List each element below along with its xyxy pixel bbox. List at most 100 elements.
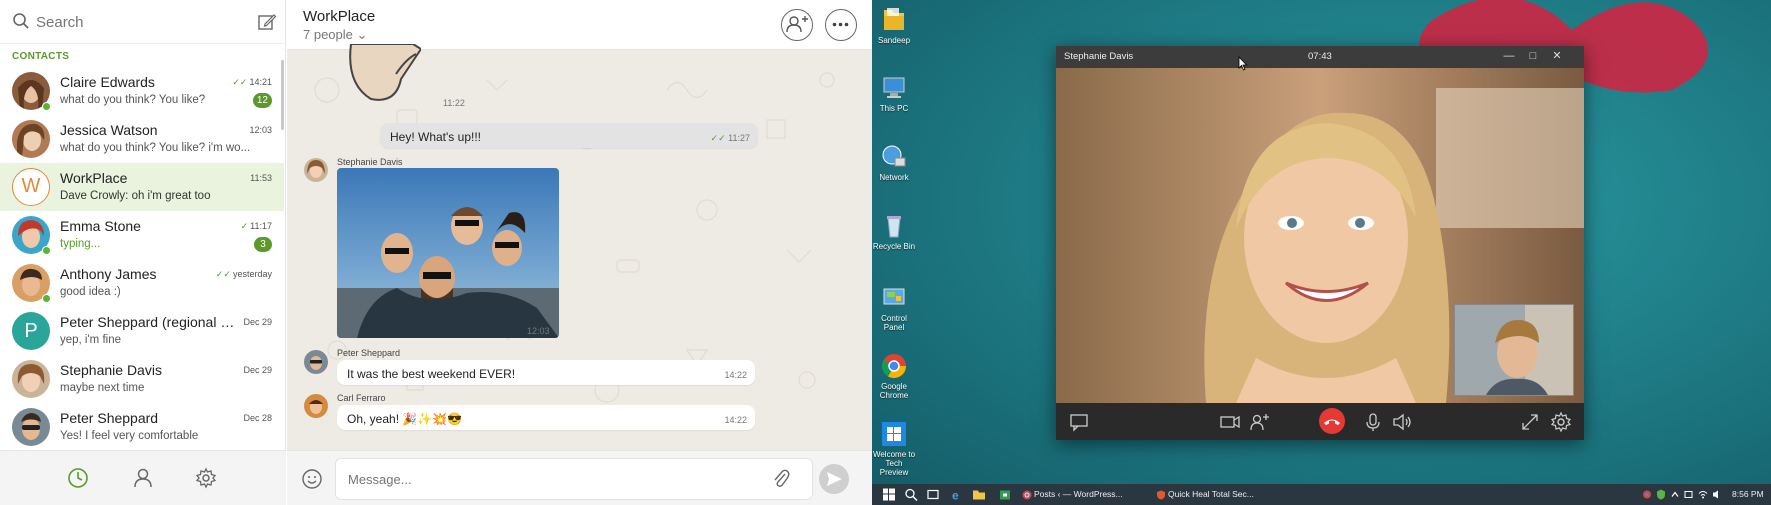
- contact-time: Dec 29: [243, 365, 272, 375]
- outgoing-message[interactable]: Hey! What's up!!! ✓✓ 11:27: [380, 123, 758, 148]
- add-participant-icon[interactable]: [1248, 411, 1270, 433]
- contact-name: Peter Sheppard: [60, 410, 159, 426]
- contact-name: Anthony James: [60, 266, 157, 282]
- maximize-button[interactable]: □: [1526, 49, 1540, 63]
- message-text: Oh, yeah! 🎉✨💥😎: [347, 412, 463, 426]
- video-camera-icon[interactable]: [1219, 411, 1241, 433]
- compose-icon[interactable]: [257, 12, 277, 32]
- contact-stephanie-davis[interactable]: Stephanie Davis maybe next time Dec 29: [0, 355, 284, 403]
- wifi-icon[interactable]: [1698, 487, 1708, 502]
- gear-icon[interactable]: [195, 467, 217, 489]
- sender-name: Carl Ferraro: [337, 393, 386, 403]
- clock-icon[interactable]: [67, 467, 89, 489]
- search-input[interactable]: [36, 11, 236, 33]
- search-icon: [13, 13, 29, 29]
- computer-icon: [883, 77, 905, 98]
- start-icon[interactable]: [882, 487, 896, 502]
- minimize-button[interactable]: —: [1502, 49, 1516, 63]
- desktop-icon-label: Google Chrome: [879, 382, 909, 400]
- contact-name: Stephanie Davis: [60, 362, 162, 378]
- more-dots-icon: [832, 22, 849, 27]
- taskbar: e Posts ‹ — WordPress... Quick Heal Tota…: [872, 484, 1771, 505]
- send-button[interactable]: [819, 464, 849, 494]
- emoji-icon[interactable]: [301, 468, 323, 490]
- contact-time: ✓✓ 14:21: [232, 77, 272, 87]
- recycle-bin-icon: [887, 216, 901, 238]
- online-indicator: [42, 246, 51, 255]
- desktop-icon-google-chrome[interactable]: Google Chrome: [872, 352, 916, 400]
- shared-photo[interactable]: [337, 168, 559, 338]
- taskbar-clock[interactable]: 8:56 PM: [1732, 489, 1764, 499]
- sender-avatar: [304, 394, 328, 418]
- contact-time: ✓✓ yesterday: [215, 269, 272, 279]
- file-explorer-icon[interactable]: [972, 487, 986, 502]
- video-call-window: Stephanie Davis 07:43 — □ ✕: [1056, 46, 1584, 440]
- add-member-button[interactable]: [781, 9, 813, 41]
- battery-icon[interactable]: [1684, 487, 1694, 502]
- contact-peter-sheppard[interactable]: Peter Sheppard Yes! I feel very comforta…: [0, 403, 284, 451]
- windows-desktop: Sandeep This PC Network Recycle Bin Cont…: [872, 0, 1771, 505]
- folder-icon: [884, 8, 904, 30]
- ie-icon[interactable]: e: [950, 487, 964, 503]
- contact-time: ✓ 11:17: [240, 221, 272, 231]
- desktop-icon-network[interactable]: Network: [872, 143, 916, 182]
- fullscreen-icon[interactable]: [1519, 411, 1541, 433]
- incoming-message[interactable]: Oh, yeah! 🎉✨💥😎 14:22: [337, 405, 755, 430]
- call-titlebar[interactable]: Stephanie Davis 07:43 — □ ✕: [1056, 46, 1584, 68]
- task-view-icon[interactable]: [926, 487, 940, 502]
- chevron-up-icon[interactable]: [1670, 487, 1680, 502]
- desktop-icon-sandeep[interactable]: Sandeep: [872, 4, 916, 45]
- more-options-button[interactable]: [825, 9, 857, 41]
- search-icon[interactable]: [904, 487, 918, 502]
- self-video-preview[interactable]: [1454, 304, 1574, 396]
- speaker-icon[interactable]: [1391, 411, 1413, 433]
- settings-gear-icon[interactable]: [1550, 411, 1572, 433]
- desktop-icon-this-pc[interactable]: This PC: [872, 74, 916, 113]
- chrome-tray-icon[interactable]: [1642, 487, 1652, 502]
- contact-last-message: yep, i'm fine: [60, 334, 121, 346]
- volume-icon[interactable]: [1712, 487, 1722, 502]
- desktop-icon-control-panel[interactable]: Control Panel: [872, 284, 916, 332]
- sender-avatar: [304, 158, 328, 182]
- contact-last-message: maybe next time: [60, 382, 145, 394]
- paperclip-icon[interactable]: [771, 468, 791, 490]
- shield-icon: [1157, 490, 1165, 500]
- taskbar-task-quick-heal[interactable]: Quick Heal Total Sec...: [1154, 486, 1266, 503]
- store-icon[interactable]: [998, 487, 1012, 502]
- microphone-icon[interactable]: [1362, 411, 1384, 433]
- desktop-icon-label: Welcome to Tech Preview: [872, 450, 916, 477]
- taskbar-task-wordpress[interactable]: Posts ‹ — WordPress...: [1020, 486, 1123, 503]
- contact-workplace[interactable]: W WorkPlace Dave Crowly: oh i'm great to…: [0, 163, 284, 211]
- contact-claire-edwards[interactable]: Claire Edwards what do you think? You li…: [0, 67, 284, 115]
- add-person-icon: [786, 16, 808, 33]
- incoming-message[interactable]: It was the best weekend EVER! 14:22: [337, 360, 755, 385]
- bottom-nav: [0, 450, 286, 505]
- contact-anthony-james[interactable]: Anthony James good idea :) ✓✓ yesterday: [0, 259, 284, 307]
- search-bar: [0, 0, 286, 44]
- contact-last-message: what do you think? You like? i'm wo...: [60, 142, 251, 154]
- chat-pane: WorkPlace 7 people ⌄ 11:22 Hey! What's u…: [287, 0, 872, 505]
- contact-peter-sheppard-regional[interactable]: P Peter Sheppard (regional Of...) yep, i…: [0, 307, 284, 355]
- contact-last-message: typing...: [60, 238, 101, 250]
- chat-icon[interactable]: [1068, 411, 1090, 433]
- hang-up-button[interactable]: [1319, 408, 1345, 434]
- contact-jessica-watson[interactable]: Jessica Watson what do you think? You li…: [0, 115, 284, 163]
- person-icon[interactable]: [132, 467, 154, 489]
- contact-list-scrollbar[interactable]: [281, 60, 284, 130]
- network-icon: [882, 145, 906, 167]
- close-button[interactable]: ✕: [1550, 49, 1564, 63]
- online-indicator: [42, 102, 51, 111]
- read-tick-icon: ✓: [240, 221, 249, 231]
- message-input[interactable]: [335, 458, 813, 500]
- unread-badge: 12: [252, 93, 272, 108]
- desktop-icon-recycle-bin[interactable]: Recycle Bin: [872, 212, 916, 251]
- chat-title: WorkPlace: [303, 8, 376, 25]
- shield-tray-icon[interactable]: [1656, 487, 1666, 502]
- contact-name: Emma Stone: [60, 218, 141, 234]
- contact-list: Claire Edwards what do you think? You li…: [0, 67, 284, 451]
- contact-emma-stone[interactable]: Emma Stone typing... ✓ 11:17 3: [0, 211, 284, 259]
- read-ticks-icon: ✓✓: [215, 269, 231, 279]
- contact-name: Claire Edwards: [60, 74, 155, 90]
- desktop-icon-welcome-tech-preview[interactable]: Welcome to Tech Preview: [872, 420, 916, 477]
- chat-members-dropdown[interactable]: 7 people ⌄: [303, 27, 367, 43]
